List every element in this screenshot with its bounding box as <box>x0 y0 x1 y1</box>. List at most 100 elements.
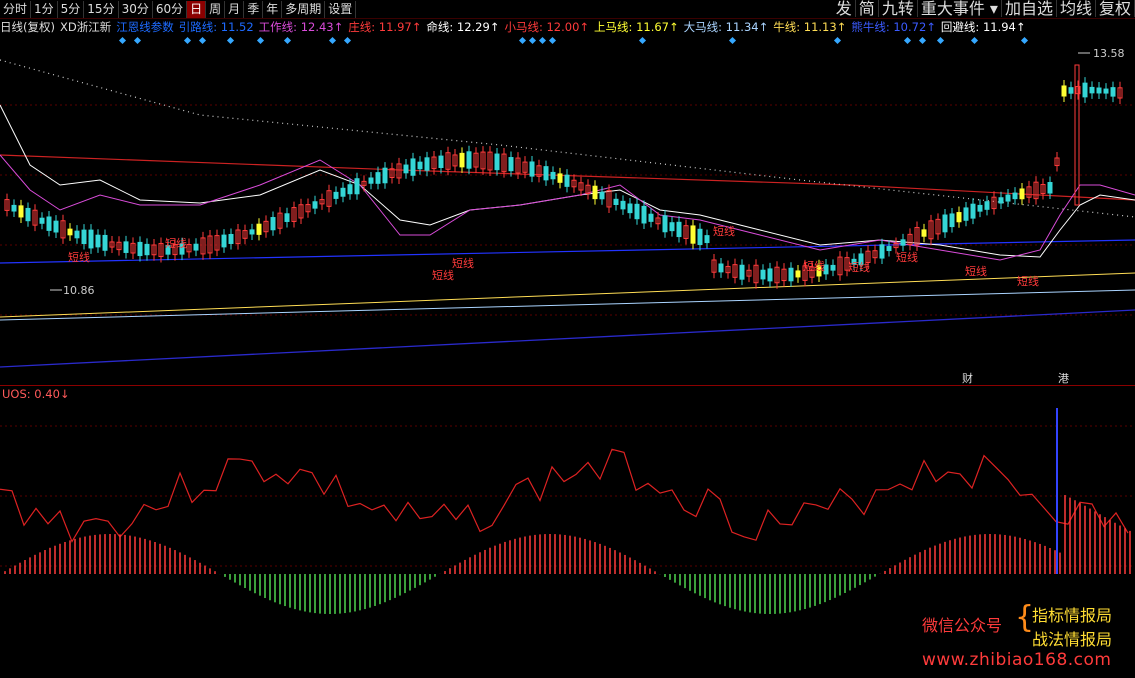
candle-body-13 <box>95 234 101 248</box>
candle-body-90 <box>634 203 640 220</box>
price-chart[interactable]: 13.58 10.86 短线 短线 短线 短线 短线 短线 短线 短线 短线 短线财港 <box>0 35 1135 385</box>
toolbar-right-button-6[interactable]: 复权 <box>1096 0 1135 17</box>
diamond-marker-14 <box>728 36 737 45</box>
candle-body-105 <box>739 264 745 280</box>
toolbar-right-button-5[interactable]: 均线 <box>1057 0 1096 17</box>
diamond-marker-3 <box>198 36 207 45</box>
period-button-0[interactable]: 分时 <box>0 0 32 18</box>
period-button-5[interactable]: 60分 <box>153 0 188 18</box>
period-button-11[interactable]: 多周期 <box>282 0 326 18</box>
candle-body-88 <box>620 200 626 210</box>
diamond-marker-2 <box>183 36 192 45</box>
candle-body-78 <box>550 171 556 180</box>
candle-body-143 <box>1005 194 1011 202</box>
candle-body-128 <box>900 239 906 246</box>
period-button-8[interactable]: 月 <box>225 0 245 18</box>
toolbar-right-button-2[interactable]: 九转 <box>879 0 918 17</box>
toolbar-right-button-4[interactable]: 加自选 <box>1002 0 1057 17</box>
low-price-label: 10.86 <box>63 284 95 297</box>
candle-body-53 <box>375 172 381 184</box>
candle-body-125 <box>879 244 885 259</box>
diamond-marker-5 <box>256 36 265 45</box>
watermark-name-1: 指标情报局 <box>1032 606 1113 625</box>
candle-body-84 <box>592 185 598 200</box>
high-price-label: 13.58 <box>1093 47 1125 60</box>
candle-body-49 <box>347 184 353 195</box>
candle-body-151 <box>1061 85 1067 97</box>
candle-body-135 <box>949 213 955 228</box>
candle-body-36 <box>256 223 262 235</box>
candle-body-94 <box>662 215 668 233</box>
event-label-1: 港 <box>1058 372 1069 385</box>
period-button-2[interactable]: 5分 <box>58 0 85 18</box>
candle-body-154 <box>1082 82 1088 98</box>
diamond-marker-20 <box>1020 36 1029 45</box>
period-button-12[interactable]: 设置 <box>325 0 357 18</box>
toolbar-right-button-1[interactable]: 简 <box>856 0 879 17</box>
candle-body-92 <box>648 213 654 222</box>
candle-body-52 <box>368 177 374 184</box>
legend-stock-name: XD浙江新 <box>59 20 112 34</box>
candle-body-79 <box>557 173 563 183</box>
line-ming <box>0 59 1135 218</box>
candle-body-91 <box>641 205 647 224</box>
toolbar-right-button-0[interactable]: 发 <box>833 0 856 17</box>
candle-body-31 <box>221 234 227 248</box>
candle-body-57 <box>403 164 409 174</box>
signal-label-1: 短线 <box>165 236 187 250</box>
watermark-name-2: 战法情报局 <box>1032 630 1113 649</box>
event-label-0: 财 <box>962 371 973 385</box>
period-button-10[interactable]: 年 <box>263 0 283 18</box>
candle-body-7 <box>53 220 59 233</box>
signal-label-4: 短线 <box>713 224 735 238</box>
signal-label-8: 短线 <box>965 264 987 278</box>
period-button-4[interactable]: 30分 <box>119 0 153 18</box>
diamond-marker-19 <box>970 36 979 45</box>
candle-body-145 <box>1019 188 1025 200</box>
legend-period: 日线(复权) <box>0 20 55 34</box>
diamond-marker-8 <box>343 36 352 45</box>
diamond-marker-7 <box>328 36 337 45</box>
candle-body-14 <box>102 234 108 251</box>
candle-body-5 <box>39 217 45 224</box>
candle-body-66 <box>466 151 472 169</box>
candle-body-12 <box>88 229 94 249</box>
candle-body-98 <box>690 225 696 244</box>
candle-body-75 <box>529 161 535 177</box>
candle-body-140 <box>984 201 990 210</box>
candle-body-47 <box>333 191 339 199</box>
diamond-marker-10 <box>528 36 537 45</box>
indicator-legend: 日线(复权) XD浙江新 江恩线参数 引路线: 11.52 工作线: 12.43↑ 庄线… <box>0 19 1031 35</box>
legend-item-8: 牛线: 11.13↑ <box>773 20 847 34</box>
candle-body-50 <box>354 178 360 195</box>
period-button-1[interactable]: 1分 <box>31 0 58 18</box>
signal-label-7: 短线 <box>896 250 918 264</box>
period-button-6[interactable]: 日 <box>187 0 207 18</box>
candle-body-156 <box>1096 87 1102 94</box>
diamond-marker-6 <box>283 36 292 45</box>
period-button-3[interactable]: 15分 <box>84 0 119 18</box>
legend-item-0: 江恩线参数 <box>116 20 174 34</box>
candle-body-158 <box>1110 87 1116 97</box>
candle-body-144 <box>1012 192 1018 200</box>
toolbar-right-button-3[interactable]: 重大事件 ▾ <box>918 0 1002 17</box>
legend-item-10: 回避线: 11.94↑ <box>940 20 1026 34</box>
candle-body-54 <box>382 167 388 184</box>
legend-item-3: 庄线: 11.97↑ <box>348 20 422 34</box>
period-button-7[interactable]: 周 <box>206 0 226 18</box>
signal-label-0: 短线 <box>68 250 90 264</box>
candle-body-1 <box>11 204 17 212</box>
legend-item-2: 工作线: 12.43↑ <box>258 20 344 34</box>
candle-body-126 <box>886 246 892 252</box>
diamond-marker-12 <box>548 36 557 45</box>
candle-body-62 <box>438 155 444 168</box>
line-xiongniu <box>0 309 1135 368</box>
period-button-9[interactable]: 季 <box>244 0 264 18</box>
watermark-url: www.zhibiao168.com <box>922 650 1112 670</box>
candle-body-70 <box>494 153 500 171</box>
diamond-marker-16 <box>903 36 912 45</box>
diamond-marker-1 <box>133 36 142 45</box>
diamond-marker-0 <box>118 36 127 45</box>
candle-body-102 <box>718 263 724 273</box>
diamond-marker-4 <box>226 36 235 45</box>
